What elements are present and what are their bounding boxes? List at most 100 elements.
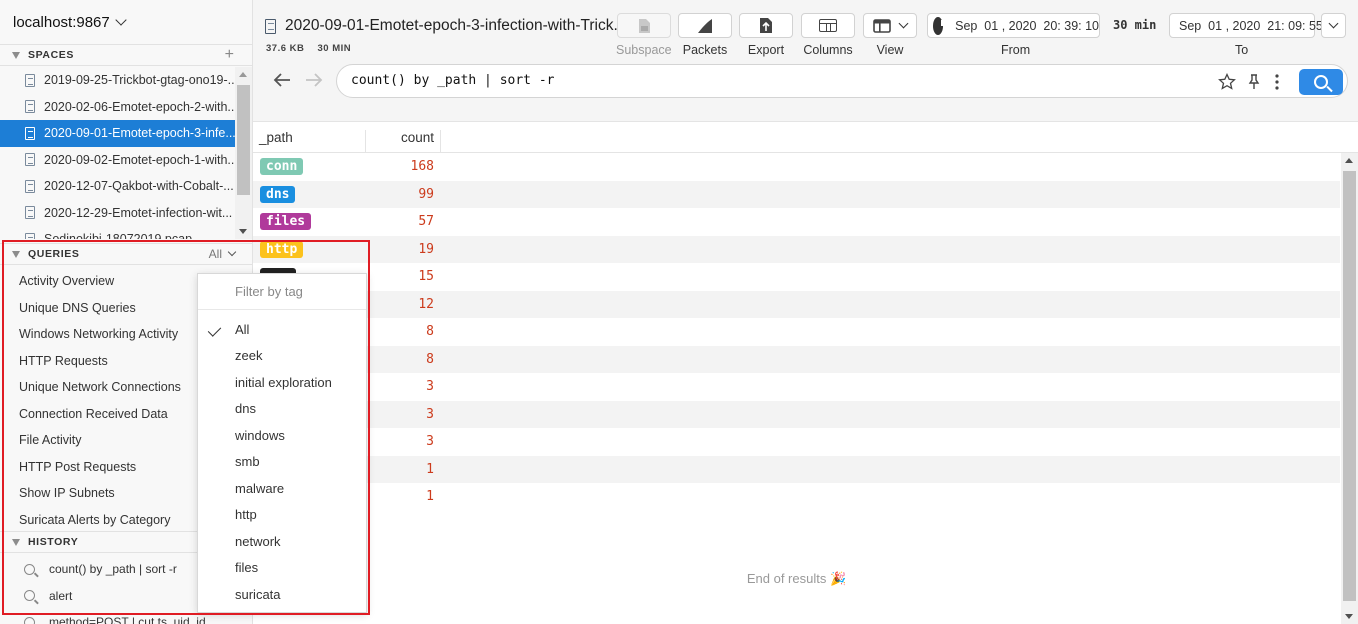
host-selector[interactable]: localhost:9867 [0, 0, 252, 44]
space-item[interactable]: 2020-12-29-Emotet-infection-wit... [0, 200, 235, 227]
space-item[interactable]: 2020-12-07-Qakbot-with-Cobalt-... [0, 173, 235, 200]
count-cell: 12 [418, 296, 434, 312]
queries-section-header[interactable]: QUERIES All [0, 243, 252, 265]
add-space-button[interactable]: + [225, 46, 234, 64]
packets-button[interactable]: Packets [678, 13, 732, 57]
space-item[interactable]: 2020-09-02-Emotet-epoch-1-with... [0, 147, 235, 174]
space-item-label: 2020-12-29-Emotet-infection-wit... [44, 205, 233, 220]
tag-option[interactable]: smb [198, 449, 366, 476]
scrollbar-thumb[interactable] [1343, 171, 1356, 601]
table-row[interactable]: 3 [253, 373, 1340, 401]
tag-option[interactable]: http [198, 502, 366, 529]
history-item-label: method=POST | cut ts, uid, id [49, 615, 206, 624]
column-header-count[interactable]: count [366, 130, 441, 152]
view-button-frame [863, 13, 917, 38]
file-icon [25, 232, 35, 239]
table-row[interactable]: dns 99 [253, 180, 1340, 208]
collapse-triangle-icon [12, 250, 20, 258]
back-arrow-icon[interactable] [272, 70, 292, 90]
columns-icon [819, 19, 837, 32]
results-header: _path count [253, 123, 1358, 153]
subspace-button[interactable]: Subspace [616, 13, 672, 57]
space-item[interactable]: 2020-02-06-Emotet-epoch-2-with... [0, 94, 235, 121]
space-item-label: 2019-09-25-Trickbot-gtag-ono19-... [44, 73, 235, 88]
columns-button[interactable]: Columns [801, 13, 855, 57]
spaces-list: 2019-09-25-Trickbot-gtag-ono19-... 2020-0… [0, 67, 235, 239]
space-item-label: Sodinokibi-18072019.pcap [44, 232, 192, 239]
count-cell: 8 [426, 324, 434, 340]
scroll-down-icon[interactable] [1345, 614, 1353, 619]
space-item[interactable]: 2019-09-25-Trickbot-gtag-ono19-... [0, 67, 235, 94]
table-row[interactable]: 8 [253, 345, 1340, 373]
scroll-up-icon[interactable] [1345, 158, 1353, 163]
file-icon [25, 100, 35, 114]
tag-option[interactable]: malware [198, 475, 366, 502]
export-button[interactable]: Export [739, 13, 793, 57]
table-row[interactable]: 1 [253, 455, 1340, 483]
tag-option[interactable]: All [198, 316, 366, 343]
table-row[interactable]: 8 [253, 318, 1340, 346]
table-row[interactable]: 12 [253, 290, 1340, 318]
space-size: 37.6 KB [266, 43, 305, 54]
packets-button-frame [678, 13, 732, 38]
file-icon [25, 126, 35, 140]
chevron-down-icon [227, 247, 237, 257]
check-icon [207, 323, 222, 337]
path-badge: conn [260, 158, 304, 176]
clock-icon [933, 16, 947, 35]
time-span: 30 min [1113, 18, 1157, 32]
star-icon[interactable] [1218, 73, 1236, 91]
table-row[interactable]: files 57 [253, 208, 1340, 236]
to-time-picker[interactable]: Sep 01 , 2020 21: 09: 55 [1169, 13, 1323, 38]
table-row[interactable]: 15 [253, 263, 1340, 291]
tag-filter-input[interactable]: Filter by tag [198, 274, 366, 310]
results-scrollbar[interactable] [1341, 153, 1358, 624]
tag-option[interactable]: suricata [198, 581, 366, 608]
queries-tag-filter[interactable]: All [209, 247, 237, 261]
search-input[interactable] [351, 73, 1171, 88]
tag-option[interactable]: windows [198, 422, 366, 449]
space-meta: 37.6 KB 30 MIN [266, 43, 351, 54]
view-button[interactable]: View [863, 13, 917, 57]
host-label: localhost:9867 [13, 13, 110, 31]
time-menu-button[interactable] [1321, 13, 1346, 38]
table-row[interactable]: conn 168 [253, 153, 1340, 181]
space-item[interactable]: 2020-09-01-Emotet-epoch-3-infe... [0, 120, 235, 147]
search-bar [336, 64, 1348, 98]
tag-option[interactable]: zeek [198, 343, 366, 370]
search-icon [24, 563, 35, 575]
scroll-down-icon[interactable] [239, 229, 247, 234]
tag-options: All zeek initial exploration dns windows smb m… [198, 316, 366, 608]
spaces-scrollbar[interactable] [235, 67, 252, 239]
table-row[interactable]: 1 [253, 483, 1340, 511]
pin-icon[interactable] [1247, 73, 1261, 91]
count-cell: 99 [418, 186, 434, 202]
from-time-picker[interactable]: Sep 01 , 2020 20: 39: 10 [927, 13, 1100, 38]
tag-option-label: windows [235, 427, 285, 443]
spaces-section-header[interactable]: SPACES + [0, 44, 252, 66]
export-button-frame [739, 13, 793, 38]
space-item[interactable]: Sodinokibi-18072019.pcap [0, 226, 235, 239]
tag-option[interactable]: network [198, 528, 366, 555]
table-row[interactable]: 3 [253, 400, 1340, 428]
tag-option-label: zeek [235, 348, 263, 364]
tag-option-label: All [235, 321, 250, 337]
table-row[interactable]: http 19 [253, 235, 1340, 263]
tag-option[interactable]: initial exploration [198, 369, 366, 396]
search-button[interactable] [1299, 69, 1343, 95]
space-item-label: 2020-02-06-Emotet-epoch-2-with... [44, 99, 235, 114]
history-item-label: alert [49, 588, 73, 603]
space-item-label: 2020-09-01-Emotet-epoch-3-infe... [44, 126, 235, 141]
history-item-label: count() by _path | sort -r [49, 562, 177, 577]
scroll-up-icon[interactable] [239, 72, 247, 77]
forward-arrow-icon[interactable] [304, 70, 324, 90]
tag-option[interactable]: files [198, 555, 366, 582]
column-header-path[interactable]: _path [253, 130, 366, 152]
collapse-triangle-icon [12, 538, 20, 546]
header: 2020-09-01-Emotet-epoch-3-infection-with… [253, 0, 1358, 122]
space-item-label: 2020-09-02-Emotet-epoch-1-with... [44, 152, 235, 167]
scrollbar-thumb[interactable] [237, 85, 250, 195]
more-options-icon[interactable] [1274, 73, 1280, 91]
tag-option[interactable]: dns [198, 396, 366, 423]
table-row[interactable]: 3 [253, 428, 1340, 456]
